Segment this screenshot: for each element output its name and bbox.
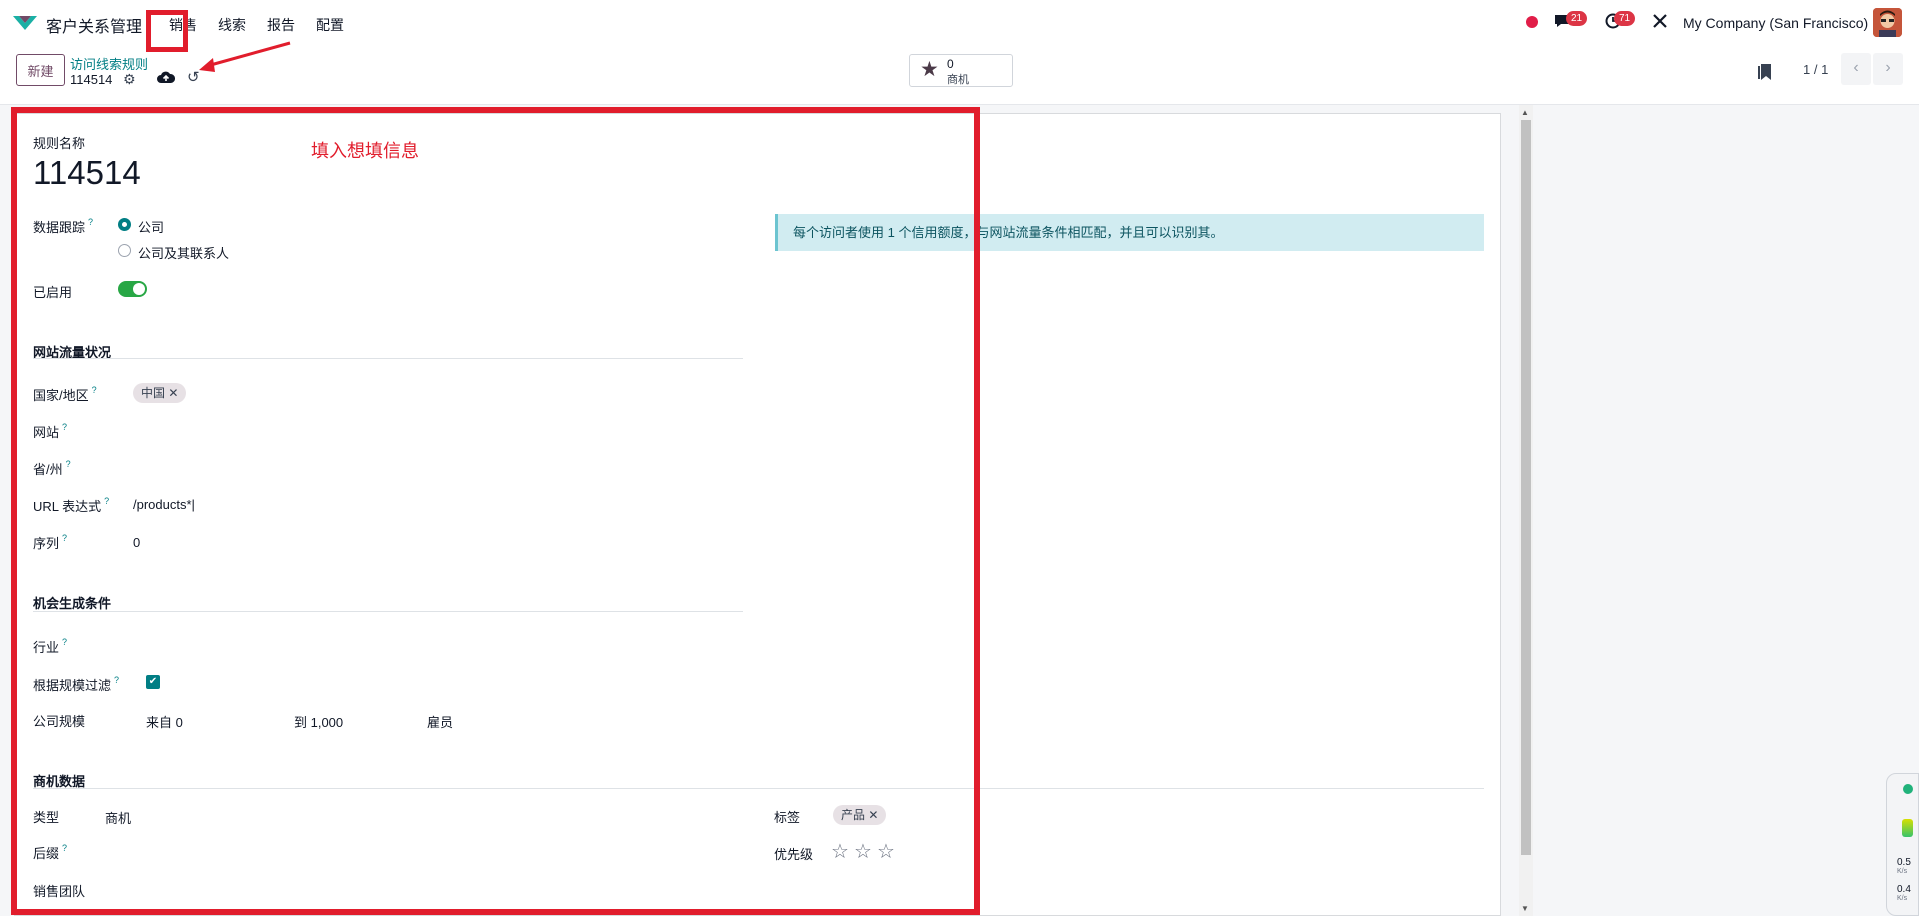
opportunities-smart-button[interactable]: ★ 0 商机 [909,54,1013,87]
opportunities-count: 0 [947,57,954,71]
menu-reports[interactable]: 报告 [267,15,295,35]
breadcrumb-current: 114514 [70,72,113,87]
network-speed-widget[interactable]: 0.5 K/s 0.4 K/s [1886,773,1919,916]
breadcrumb-link[interactable]: 访问线索规则 [70,54,148,73]
status-dot-icon [1903,784,1913,794]
pager-next-button[interactable]: › [1873,53,1903,85]
company-switcher[interactable]: My Company (San Francisco) [1683,15,1868,31]
app-logo-icon[interactable] [12,13,38,33]
scrollbar-thumb[interactable] [1521,120,1531,855]
new-button[interactable]: 新建 [16,54,65,86]
bookmark-icon[interactable] [1758,63,1772,81]
download-unit: K/s [1897,895,1908,902]
scroll-down-icon[interactable]: ▼ [1521,904,1529,913]
gear-icon[interactable]: ⚙ [123,71,136,88]
pager-previous-button[interactable]: ‹ [1841,53,1871,85]
battery-icon [1902,819,1913,837]
upload-unit: K/s [1897,868,1908,875]
save-cloud-icon[interactable] [157,70,175,84]
messages-badge: 21 [1566,11,1588,26]
pager-value[interactable]: 1 / 1 [1803,62,1828,77]
menu-leads[interactable]: 线索 [218,15,246,35]
star-icon: ★ [920,58,939,81]
menu-config[interactable]: 配置 [316,15,344,35]
annotation-arrow-icon [199,41,291,72]
form-highlight-box [11,107,980,915]
user-avatar[interactable] [1873,8,1902,37]
scroll-up-icon[interactable]: ▲ [1521,108,1529,117]
download-speed: 0.4 [1897,884,1911,895]
debug-tools-icon[interactable] [1652,13,1668,34]
save-highlight-box [146,10,188,52]
opportunities-label: 商机 [947,74,969,86]
upload-speed: 0.5 [1897,857,1911,868]
app-title[interactable]: 客户关系管理 [46,13,142,37]
activities-badge: 71 [1614,11,1636,26]
recording-dot-icon[interactable] [1526,16,1538,28]
